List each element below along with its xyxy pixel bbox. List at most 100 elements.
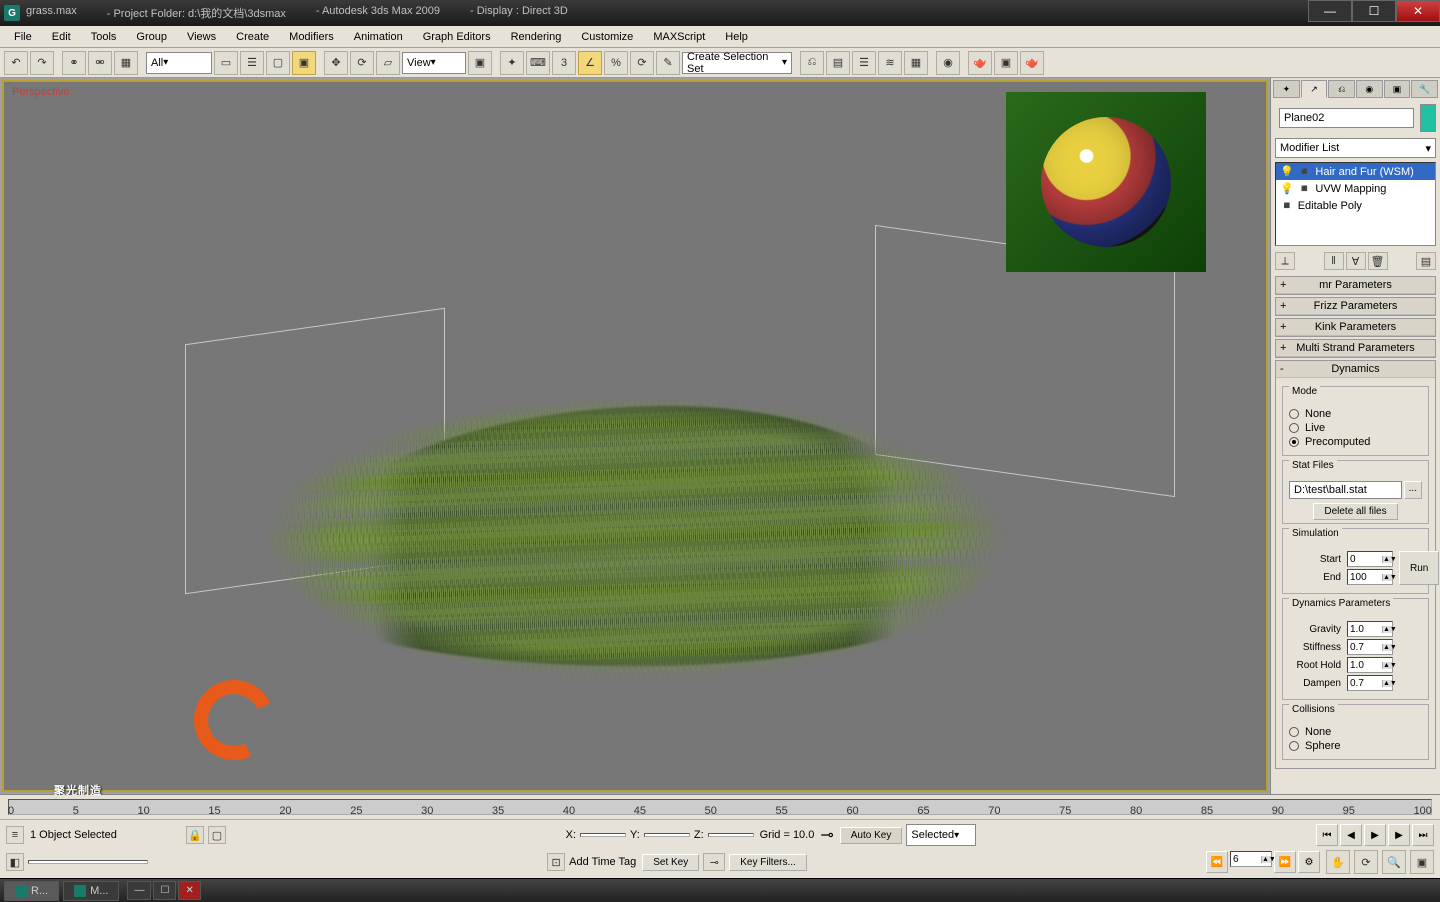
goto-start-icon[interactable]: ⏮ <box>1316 824 1338 846</box>
menu-file[interactable]: File <box>6 29 40 45</box>
link-icon[interactable]: ⚭ <box>62 51 86 75</box>
menu-maxscript[interactable]: MAXScript <box>645 29 713 45</box>
pivot-icon[interactable]: ▣ <box>468 51 492 75</box>
isolate-icon[interactable]: ▢ <box>208 826 226 844</box>
viewport-arc-icon[interactable]: ⟳ <box>1354 850 1378 874</box>
tab-motion-icon[interactable]: ◉ <box>1356 80 1383 98</box>
sim-start-spinner[interactable]: ▲▼ <box>1347 551 1393 567</box>
current-frame-spinner[interactable]: ▲▼ <box>1230 851 1272 867</box>
selection-filter-select[interactable]: All ▾ <box>146 52 212 74</box>
snap-icon[interactable]: 3 <box>552 51 576 75</box>
named-selection-input[interactable]: Create Selection Set ▾ <box>682 52 792 74</box>
maxscript-listener-icon[interactable]: ≡ <box>6 826 24 844</box>
make-unique-icon[interactable]: ∀ <box>1346 252 1366 270</box>
configure-sets-icon[interactable]: ▤ <box>1416 252 1436 270</box>
tab-display-icon[interactable]: ▣ <box>1384 80 1411 98</box>
prev-key-icon[interactable]: ⏪ <box>1206 851 1228 873</box>
move-icon[interactable]: ✥ <box>324 51 348 75</box>
manipulate-icon[interactable]: ✦ <box>500 51 524 75</box>
gravity-spinner[interactable]: ▲▼ <box>1347 621 1393 637</box>
rotate-icon[interactable]: ⟳ <box>350 51 374 75</box>
pin-stack-icon[interactable]: ⟂ <box>1275 252 1295 270</box>
rendered-frame-icon[interactable]: ▣ <box>994 51 1018 75</box>
edit-selection-icon[interactable]: ✎ <box>656 51 680 75</box>
object-name-input[interactable]: Plane02 <box>1279 108 1414 128</box>
rollout-frizz-parameters[interactable]: +Frizz Parameters <box>1275 297 1436 316</box>
unlink-icon[interactable]: ⚮ <box>88 51 112 75</box>
task-window-min-icon[interactable]: — <box>127 881 151 900</box>
viewport-perspective[interactable]: Perspective 聚光制造 www.cggood.com <box>2 80 1268 792</box>
tab-create-icon[interactable]: ✦ <box>1273 80 1300 98</box>
schematic-icon[interactable]: ▦ <box>904 51 928 75</box>
mirror-icon[interactable]: ⎌ <box>800 51 824 75</box>
taskbar-item[interactable]: R... <box>4 881 59 901</box>
stat-browse-button[interactable]: ... <box>1404 481 1422 499</box>
mode-live-radio[interactable]: Live <box>1289 421 1422 435</box>
window-crossing-icon[interactable]: ▣ <box>292 51 316 75</box>
z-input[interactable] <box>708 833 754 837</box>
time-config-button-icon[interactable]: ⚙ <box>1298 851 1320 873</box>
menu-animation[interactable]: Animation <box>346 29 411 45</box>
material-editor-icon[interactable]: ◉ <box>936 51 960 75</box>
ref-coord-select[interactable]: View ▾ <box>402 52 466 74</box>
rollout-mr-parameters[interactable]: +mr Parameters <box>1275 276 1436 295</box>
task-window-max-icon[interactable]: ☐ <box>153 881 176 900</box>
mode-none-radio[interactable]: None <box>1289 407 1422 421</box>
stat-path-input[interactable]: D:\test\ball.stat <box>1289 481 1402 499</box>
modifier-list-select[interactable]: Modifier List▾ <box>1275 138 1436 158</box>
time-slider[interactable]: 0510152025303540455055606570758085909510… <box>0 795 1440 820</box>
percent-snap-icon[interactable]: % <box>604 51 628 75</box>
viewport-pan-icon[interactable]: ✋ <box>1326 850 1350 874</box>
viewport-zoom-icon[interactable]: 🔍 <box>1382 850 1406 874</box>
root-hold-spinner[interactable]: ▲▼ <box>1347 657 1393 673</box>
tab-utilities-icon[interactable]: 🔧 <box>1411 80 1438 98</box>
lock-selection-icon[interactable]: 🔒 <box>186 826 204 844</box>
collisions-none-radio[interactable]: None <box>1289 725 1422 739</box>
prompt-input[interactable] <box>28 860 148 864</box>
align-icon[interactable]: ▤ <box>826 51 850 75</box>
viewport-max-icon[interactable]: ▣ <box>1410 850 1434 874</box>
select-name-icon[interactable]: ☰ <box>240 51 264 75</box>
window-maximize-button[interactable]: ☐ <box>1352 0 1396 22</box>
redo-icon[interactable]: ↷ <box>30 51 54 75</box>
scale-icon[interactable]: ▱ <box>376 51 400 75</box>
rollout-dynamics-header[interactable]: -Dynamics <box>1276 361 1435 378</box>
modifier-editable-poly[interactable]: ◾ Editable Poly <box>1276 197 1435 214</box>
select-icon[interactable]: ▭ <box>214 51 238 75</box>
play-icon[interactable]: ▶ <box>1364 824 1386 846</box>
select-region-icon[interactable]: ▢ <box>266 51 290 75</box>
tab-hierarchy-icon[interactable]: ⎌ <box>1328 80 1355 98</box>
run-button[interactable]: Run <box>1399 551 1439 585</box>
task-window-close-icon[interactable]: ✕ <box>178 881 200 900</box>
key-filters-button[interactable]: Key Filters... <box>729 854 807 871</box>
render-setup-icon[interactable]: 🫖 <box>968 51 992 75</box>
remove-modifier-icon[interactable]: 🗑 <box>1368 252 1388 270</box>
next-frame-icon[interactable]: ▶ <box>1388 824 1410 846</box>
modifier-uvw-mapping[interactable]: 💡 ◾ UVW Mapping <box>1276 180 1435 197</box>
menu-customize[interactable]: Customize <box>573 29 641 45</box>
menu-views[interactable]: Views <box>179 29 224 45</box>
menu-group[interactable]: Group <box>128 29 175 45</box>
menu-modifiers[interactable]: Modifiers <box>281 29 342 45</box>
taskbar-item[interactable]: M... <box>63 881 119 901</box>
autokey-button[interactable]: Auto Key <box>840 827 903 844</box>
dampen-spinner[interactable]: ▲▼ <box>1347 675 1393 691</box>
key-icon-button[interactable]: ⊸ <box>703 853 725 871</box>
collisions-sphere-radio[interactable]: Sphere <box>1289 739 1422 753</box>
lightbulb-icon[interactable]: 💡 <box>1280 182 1294 195</box>
angle-snap-icon[interactable]: ∠ <box>578 51 602 75</box>
time-tag-icon[interactable]: ⊡ <box>547 853 565 871</box>
add-time-tag[interactable]: Add Time Tag <box>569 856 636 868</box>
sim-end-spinner[interactable]: ▲▼ <box>1347 569 1393 585</box>
y-input[interactable] <box>644 833 690 837</box>
prev-frame-icon[interactable]: ◀ <box>1340 824 1362 846</box>
x-input[interactable] <box>580 833 626 837</box>
curve-editor-icon[interactable]: ≋ <box>878 51 902 75</box>
keyboard-icon[interactable]: ⌨ <box>526 51 550 75</box>
menu-help[interactable]: Help <box>717 29 756 45</box>
tab-modify-icon[interactable]: ↗ <box>1301 80 1328 98</box>
render-icon[interactable]: 🫖 <box>1020 51 1044 75</box>
spinner-snap-icon[interactable]: ⟳ <box>630 51 654 75</box>
setkey-button[interactable]: Set Key <box>642 854 699 871</box>
rollout-kink-parameters[interactable]: +Kink Parameters <box>1275 318 1436 337</box>
